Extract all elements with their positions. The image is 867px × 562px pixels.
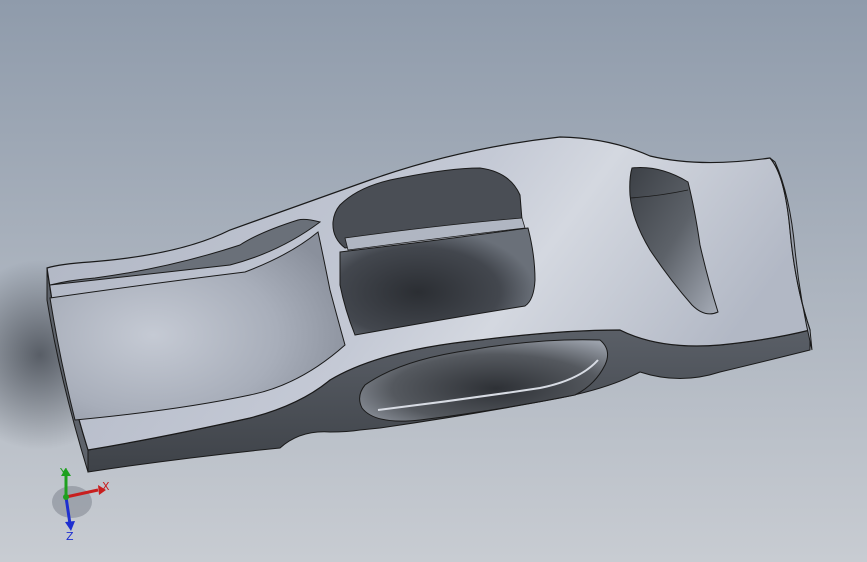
triad-x-label: X bbox=[102, 480, 110, 493]
triad-z-label: Z bbox=[66, 530, 74, 543]
triad-shadow bbox=[52, 486, 92, 518]
model-scene[interactable]: X Y Z bbox=[0, 0, 867, 562]
triad-y-label: Y bbox=[59, 466, 67, 479]
3d-viewport[interactable]: X Y Z bbox=[0, 0, 867, 562]
triad-origin bbox=[63, 494, 69, 500]
